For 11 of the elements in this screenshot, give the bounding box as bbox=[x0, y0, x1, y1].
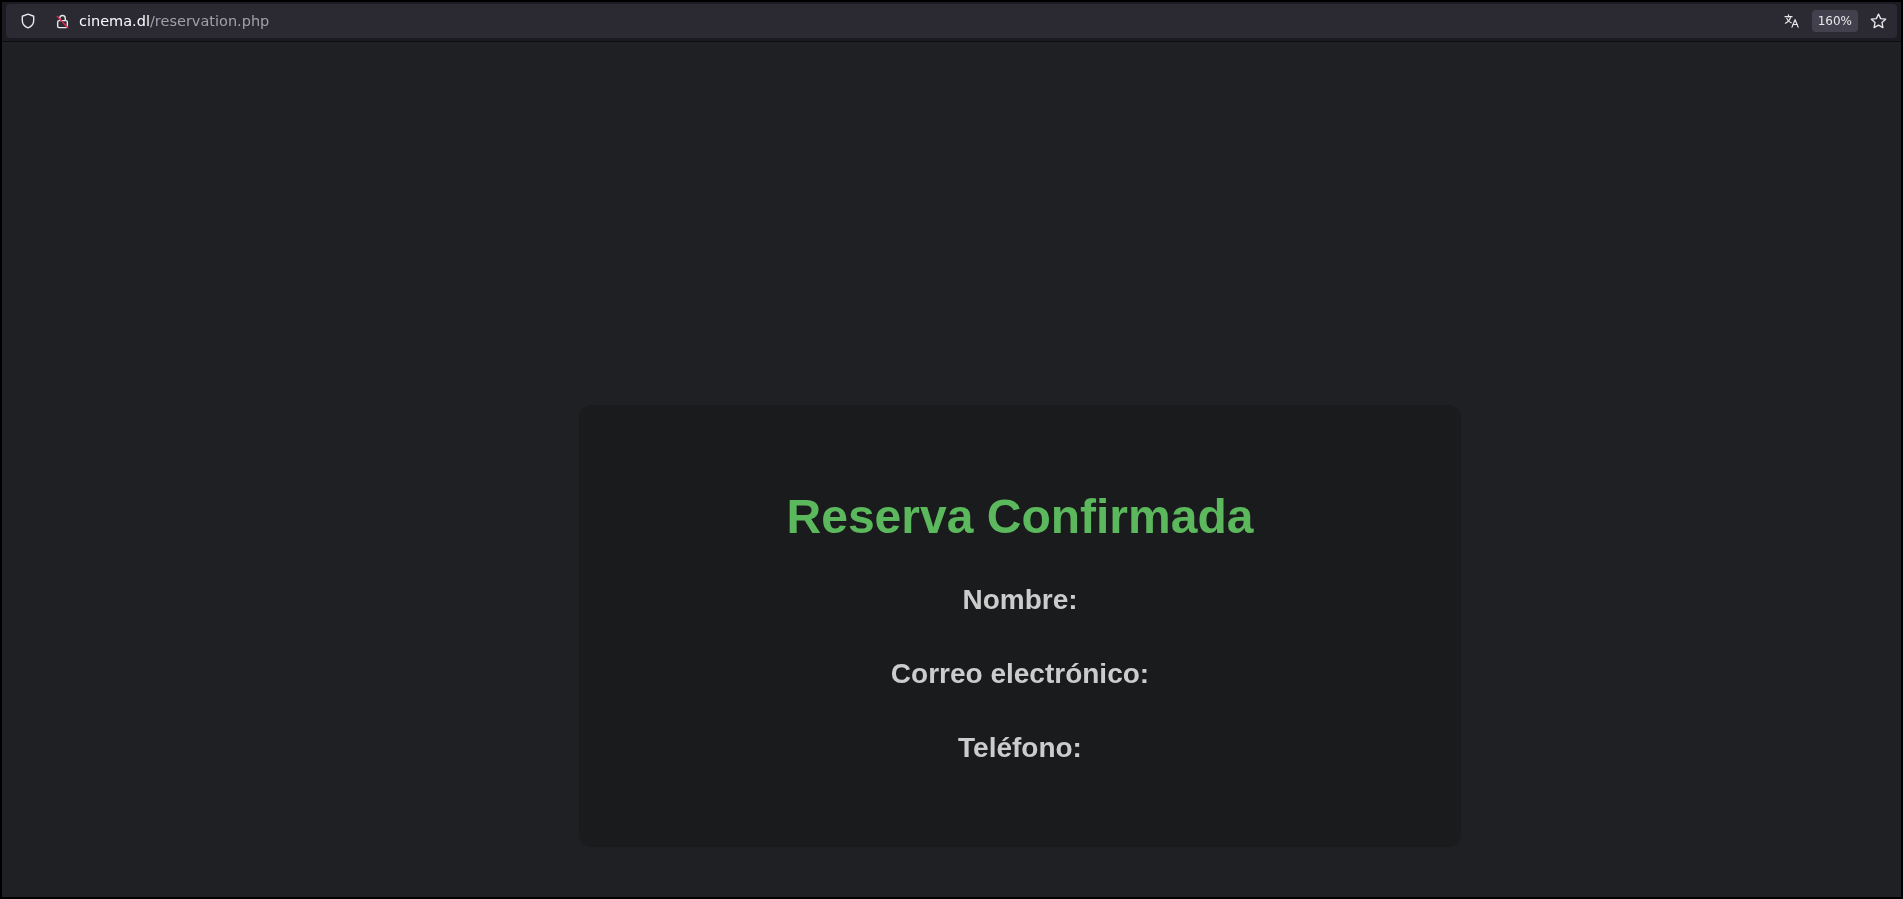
crossed-lock-icon[interactable] bbox=[56, 13, 69, 29]
field-label: Teléfono: bbox=[957, 732, 1083, 764]
field-label: Correo electrónico: bbox=[889, 658, 1151, 690]
url-text[interactable]: cinema.dl/reservation.php bbox=[79, 13, 270, 29]
confirmation-title: Reserva Confirmada bbox=[785, 489, 1255, 545]
field-label: Nombre: bbox=[961, 584, 1079, 616]
bookmark-star-icon[interactable] bbox=[1870, 13, 1887, 29]
zoom-level-button[interactable]: 160% bbox=[1811, 10, 1858, 32]
address-bar[interactable]: cinema.dl/reservation.php 160% bbox=[6, 4, 1897, 38]
shield-icon[interactable] bbox=[21, 13, 35, 29]
translate-icon[interactable] bbox=[1783, 14, 1800, 28]
